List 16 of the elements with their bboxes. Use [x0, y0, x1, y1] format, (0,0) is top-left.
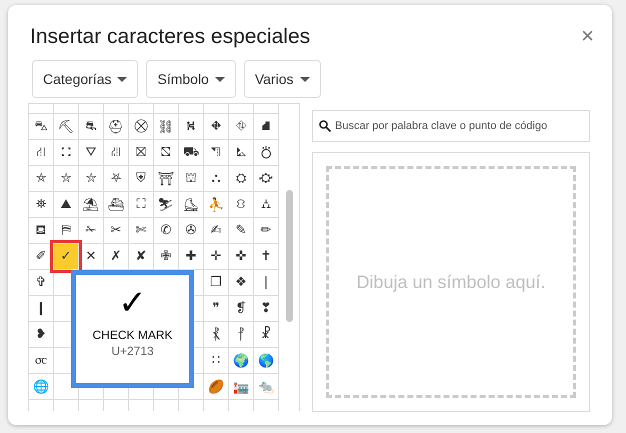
symbol-name: CHECK MARK	[92, 328, 172, 342]
tooltip-glyph: ✓	[118, 285, 147, 322]
search-field[interactable]: Buscar por palabra clave o punto de código	[312, 110, 590, 142]
symbol-code: U+2713	[111, 344, 154, 358]
symbol-cell[interactable]: ✓	[54, 244, 78, 269]
drawing-hint: Dibuja un símbolo aquí.	[356, 272, 546, 292]
scrollbar-thumb[interactable]	[286, 190, 293, 322]
caret-icon	[214, 76, 225, 82]
close-button[interactable]: ×	[581, 25, 594, 47]
dropdown-button[interactable]: Varios	[244, 60, 320, 98]
dialog-title: Insertar caracteres especiales	[30, 25, 310, 49]
dropdown-button[interactable]: Símbolo	[146, 60, 236, 98]
dropdown-button[interactable]: Categorías	[32, 60, 138, 98]
caret-icon	[300, 76, 310, 82]
caret-icon	[117, 76, 128, 82]
search-icon	[319, 120, 331, 132]
